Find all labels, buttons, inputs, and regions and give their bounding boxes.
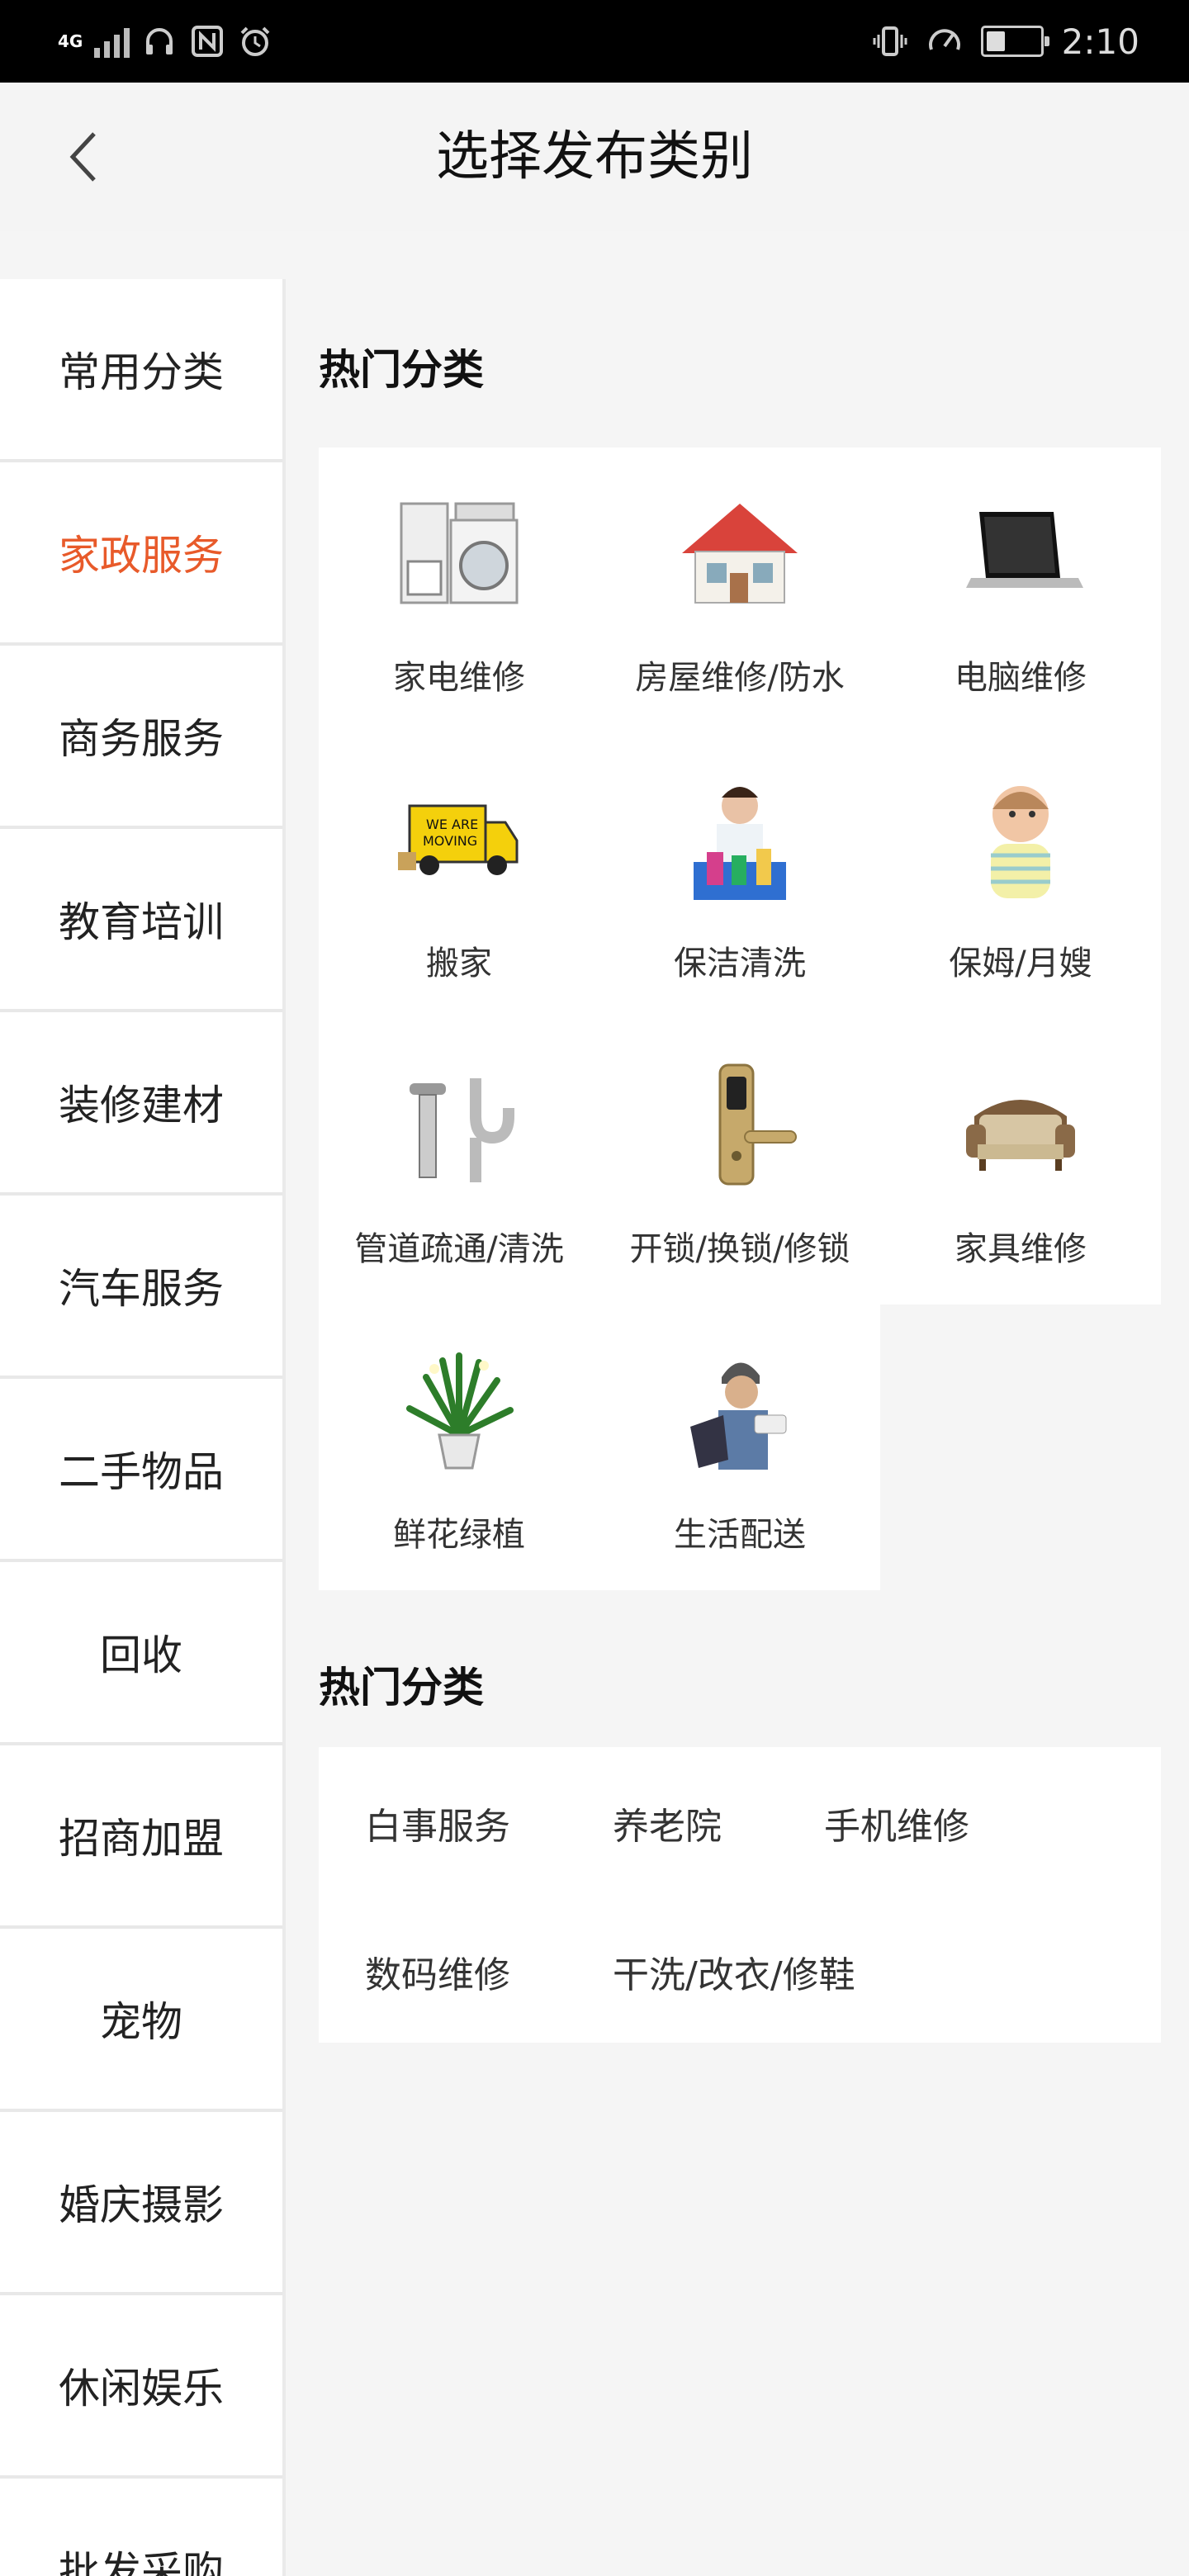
status-time: 2:10: [1061, 21, 1139, 62]
courier-icon: [674, 1344, 806, 1476]
svg-text:MOVING: MOVING: [423, 833, 477, 849]
status-right-icons: 2:10: [872, 18, 1139, 64]
sidebar-item[interactable]: 回收: [0, 1562, 282, 1745]
sidebar-item[interactable]: 宠物: [0, 1929, 282, 2112]
chevron-left-icon: [69, 132, 96, 182]
cleaner-icon: [674, 773, 806, 905]
speed-meter-icon: [926, 23, 963, 59]
tag-item[interactable]: 白事服务: [365, 1797, 510, 1849]
plant-icon: [393, 1344, 525, 1476]
section-title-tags: 热门分类: [319, 1664, 484, 1712]
status-bar: 4G 2:10: [0, 0, 1189, 83]
category-label: 保姆/月嫂: [949, 945, 1092, 983]
category-label: 家电维修: [393, 659, 525, 697]
sidebar-item[interactable]: 招商加盟: [0, 1745, 282, 1929]
category-label: 搬家: [426, 945, 492, 983]
sidebar-item[interactable]: 汽车服务: [0, 1196, 282, 1379]
alarm-icon: [237, 23, 273, 59]
category-grid-item[interactable]: 保姆/月嫂: [880, 733, 1161, 1019]
tag-list-card: 白事服务 养老院 手机维修数码维修 干洗/改衣/修鞋: [319, 1747, 1161, 2043]
page-title: 选择发布类别: [436, 126, 753, 187]
laptop-icon: [955, 487, 1087, 619]
sidebar-item[interactable]: 常用分类: [0, 279, 282, 462]
category-sidebar: 常用分类 家政服务 商务服务 教育培训 装修建材 汽车服务 二手物品 回收 招商加盟 宠物 婚庆摄影…: [0, 279, 286, 2576]
sidebar-item[interactable]: 休闲娱乐: [0, 2295, 282, 2479]
category-grid-item[interactable]: 生活配送: [599, 1305, 880, 1590]
battery-icon: [980, 26, 1049, 57]
category-grid-item[interactable]: 房屋维修/防水: [599, 447, 880, 733]
headset-icon: [141, 23, 178, 59]
baby-icon: [955, 773, 1087, 905]
category-label: 房屋维修/防水: [635, 659, 845, 697]
header-bar: 选择发布类别: [0, 83, 1189, 231]
category-grid-item[interactable]: 管道疏通/清洗: [319, 1019, 599, 1305]
sidebar-item[interactable]: 教育培训: [0, 829, 282, 1012]
category-grid-item[interactable]: 开锁/换锁/修锁: [599, 1019, 880, 1305]
category-grid-item[interactable]: 家电维修: [319, 447, 599, 733]
pipe-icon: [393, 1058, 525, 1191]
category-label: 管道疏通/清洗: [354, 1230, 564, 1268]
signal-icon: [94, 25, 130, 58]
tag-item[interactable]: 手机维修: [824, 1797, 969, 1849]
tag-item[interactable]: 数码维修: [365, 1945, 510, 1998]
category-label: 生活配送: [674, 1516, 806, 1554]
tag-item[interactable]: 养老院: [613, 1797, 722, 1849]
category-grid-item[interactable]: WE ARE MOVING 搬家: [319, 733, 599, 1019]
moving-truck-icon: WE ARE MOVING: [393, 773, 525, 905]
sidebar-item[interactable]: 二手物品: [0, 1379, 282, 1562]
category-label: 鲜花绿植: [393, 1516, 525, 1554]
category-label: 家具维修: [955, 1230, 1087, 1268]
house-icon: [674, 487, 806, 619]
sidebar-item[interactable]: 装修建材: [0, 1012, 282, 1196]
status-left-icons: 4G: [58, 18, 273, 64]
door-lock-icon: [674, 1058, 806, 1191]
category-label: 开锁/换锁/修锁: [629, 1230, 850, 1268]
sofa-icon: [955, 1058, 1087, 1191]
nfc-icon: [189, 23, 225, 59]
category-grid-item[interactable]: 鲜花绿植: [319, 1305, 599, 1590]
vibrate-icon: [872, 23, 908, 59]
network-type: 4G: [58, 31, 83, 51]
appliance-icon: [393, 487, 525, 619]
sidebar-item[interactable]: 家政服务: [0, 462, 282, 646]
category-label: 电脑维修: [955, 659, 1087, 697]
section-title-hot: 热门分类: [319, 346, 484, 394]
category-grid-item[interactable]: 保洁清洗: [599, 733, 880, 1019]
svg-text:WE ARE: WE ARE: [426, 817, 478, 832]
back-button[interactable]: [46, 119, 122, 195]
tag-item[interactable]: 干洗/改衣/修鞋: [613, 1945, 855, 1998]
sidebar-item[interactable]: 婚庆摄影: [0, 2112, 282, 2295]
category-grid-item[interactable]: 家具维修: [880, 1019, 1161, 1305]
category-label: 保洁清洗: [674, 945, 806, 983]
sidebar-item[interactable]: 批发采购: [0, 2479, 282, 2576]
battery-level: [986, 31, 1005, 51]
category-grid-item[interactable]: 电脑维修: [880, 447, 1161, 733]
sidebar-item[interactable]: 商务服务: [0, 646, 282, 829]
